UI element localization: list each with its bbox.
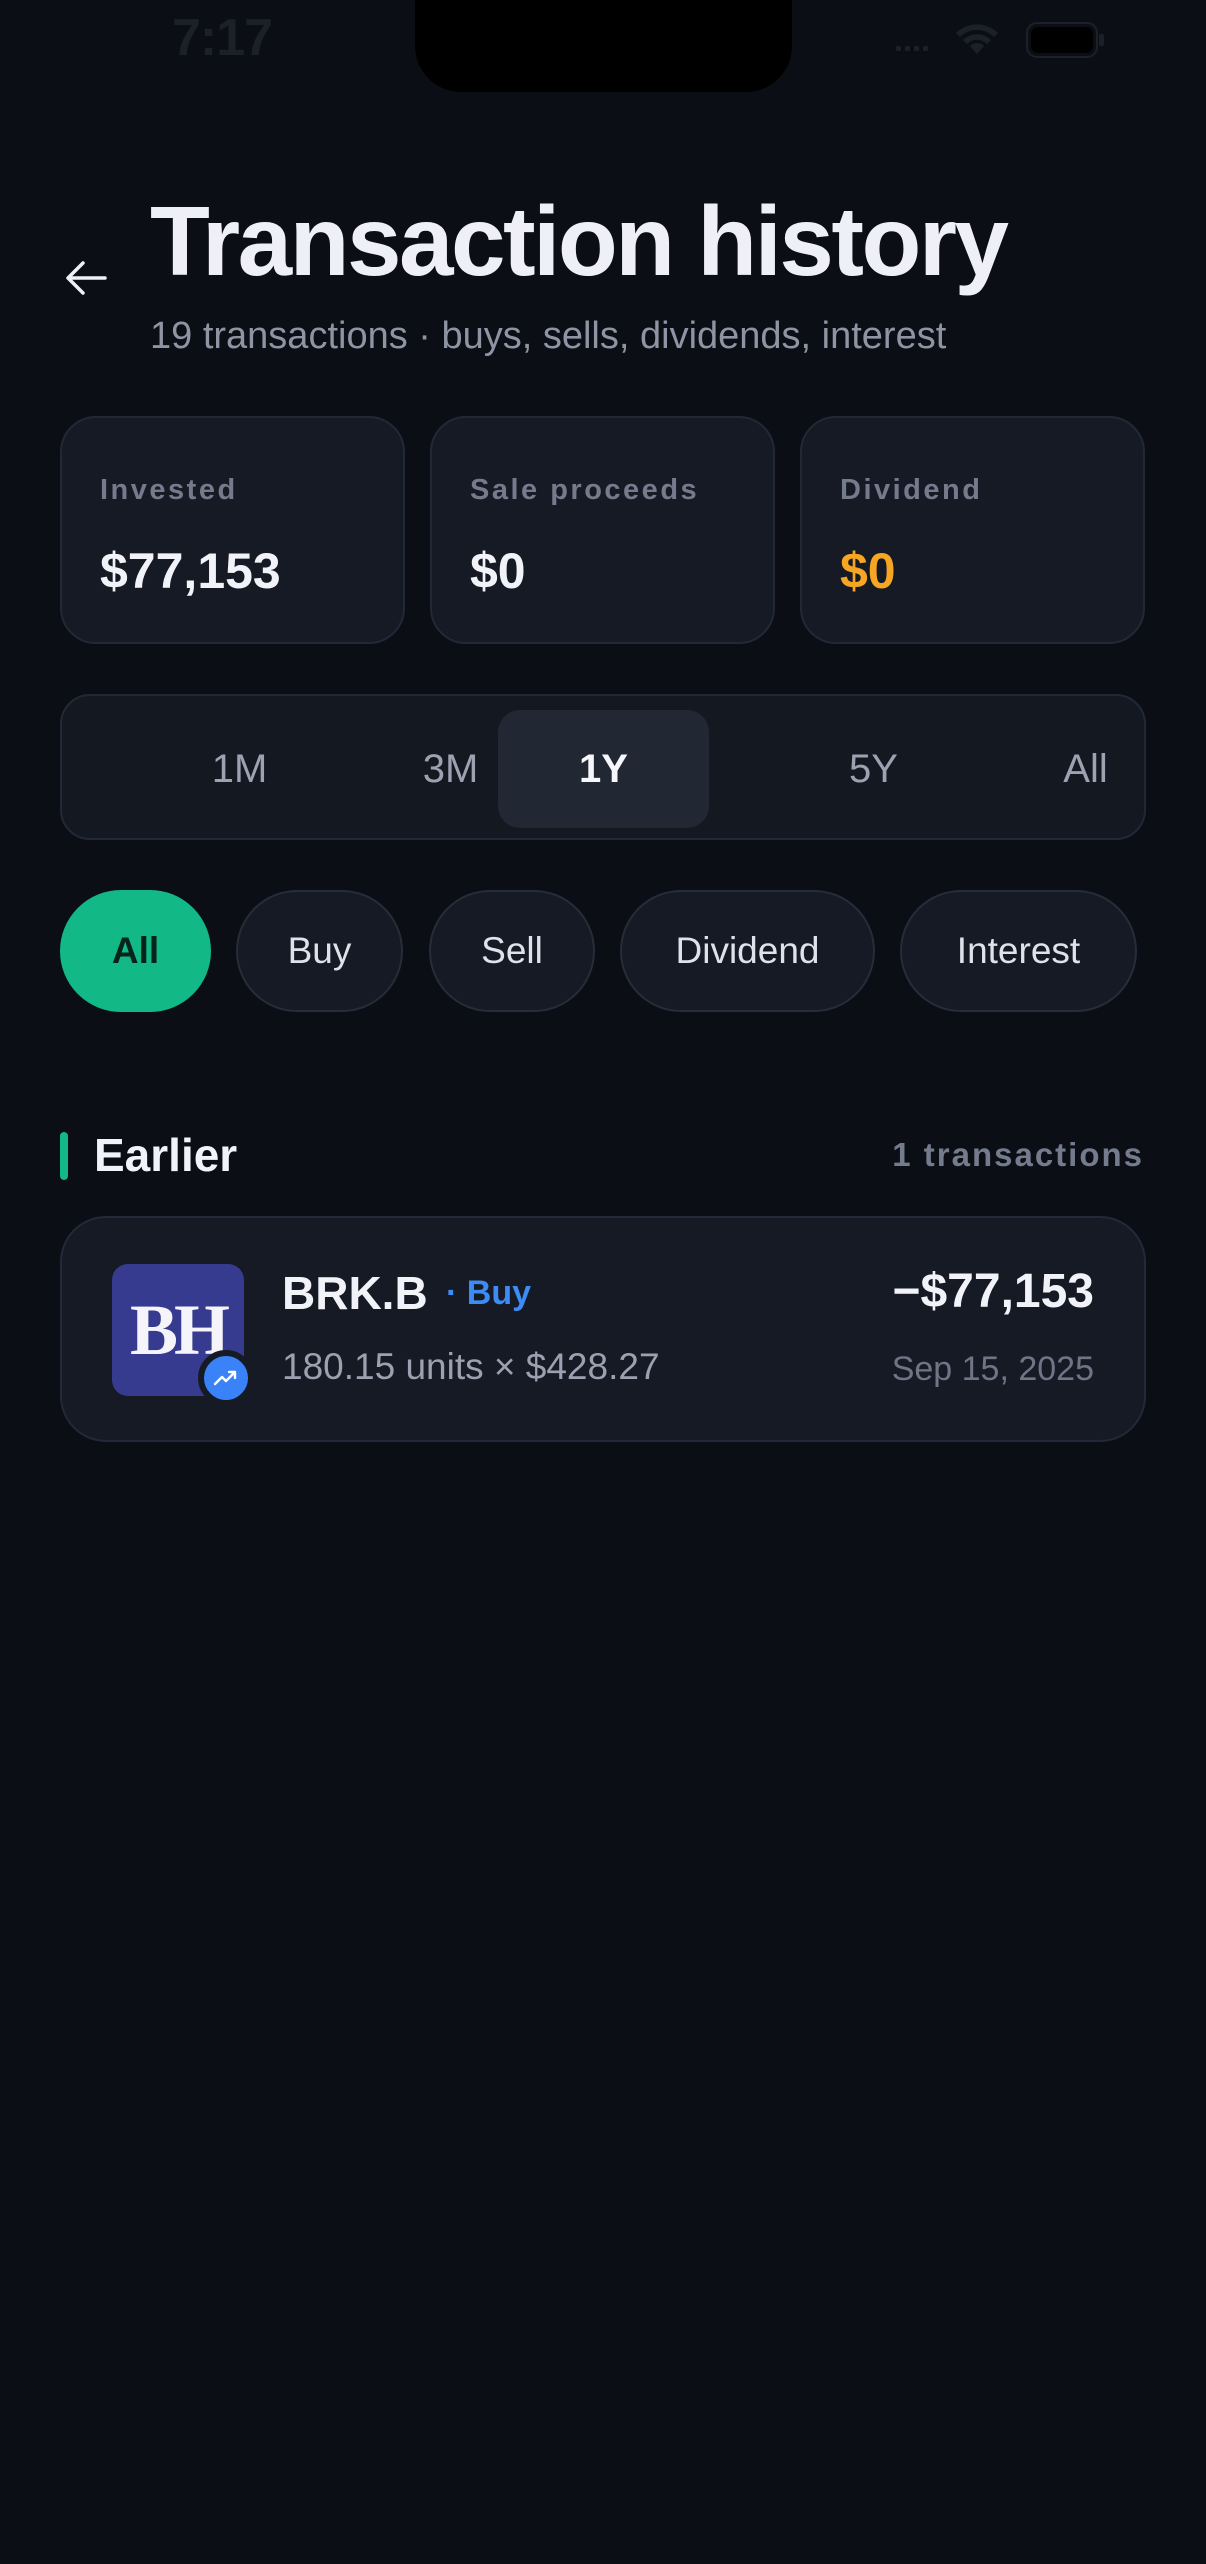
filter-chip-buy[interactable]: Buy [236, 890, 403, 1012]
section-count: 1 transactions [892, 1136, 1144, 1173]
invested-card: Invested $77,153 [60, 416, 405, 644]
signal-icon [896, 29, 928, 51]
transaction-symbol: BRK.B [282, 1267, 428, 1319]
period-tab-all[interactable]: All [980, 710, 1191, 828]
transaction-date: Sep 15, 2025 [891, 1350, 1094, 1388]
status-icons [896, 20, 1106, 60]
dividend-label: Dividend [840, 474, 983, 506]
period-tab-5y[interactable]: 5Y [768, 710, 979, 828]
page-subtitle: 19 transactions · buys, sells, dividends… [150, 315, 947, 357]
section-accent-bar [60, 1132, 68, 1180]
wifi-icon [954, 23, 1000, 57]
transaction-amount: −$77,153 [892, 1265, 1094, 1318]
battery-icon [1026, 22, 1106, 58]
period-tab-1y[interactable]: 1Y [498, 710, 709, 828]
filter-chip-sell[interactable]: Sell [429, 890, 595, 1012]
period-selector: 1M 3M 1Y 5Y All [60, 694, 1146, 840]
transaction-detail: 180.15 units × $428.27 [282, 1346, 660, 1387]
transaction-type: · Buy [446, 1274, 531, 1312]
transaction-history-screen: 7:17 Transaction history 19 transactions… [0, 0, 1206, 2564]
status-time: 7:17 [172, 9, 273, 67]
back-button[interactable] [58, 250, 114, 306]
dynamic-island [415, 0, 792, 92]
transaction-row[interactable]: BH BRK.B · Buy 180.15 units × $428.27 −$… [60, 1216, 1146, 1442]
invested-label: Invested [100, 474, 238, 506]
trending-up-icon [198, 1350, 254, 1406]
filter-chip-dividend[interactable]: Dividend [620, 890, 875, 1012]
status-bar: 7:17 [0, 0, 1206, 92]
filter-chip-all[interactable]: All [60, 890, 211, 1012]
sale-proceeds-label: Sale proceeds [470, 474, 700, 506]
section-title: Earlier [94, 1129, 238, 1181]
dividend-card: Dividend $0 [800, 416, 1145, 644]
filter-chip-interest[interactable]: Interest [900, 890, 1137, 1012]
invested-value: $77,153 [100, 543, 281, 599]
sale-proceeds-card: Sale proceeds $0 [430, 416, 775, 644]
arrow-left-icon [66, 261, 107, 295]
page-title: Transaction history [150, 186, 1009, 296]
sale-proceeds-value: $0 [470, 543, 526, 599]
period-tab-1m[interactable]: 1M [134, 710, 345, 828]
dividend-value: $0 [840, 543, 896, 599]
